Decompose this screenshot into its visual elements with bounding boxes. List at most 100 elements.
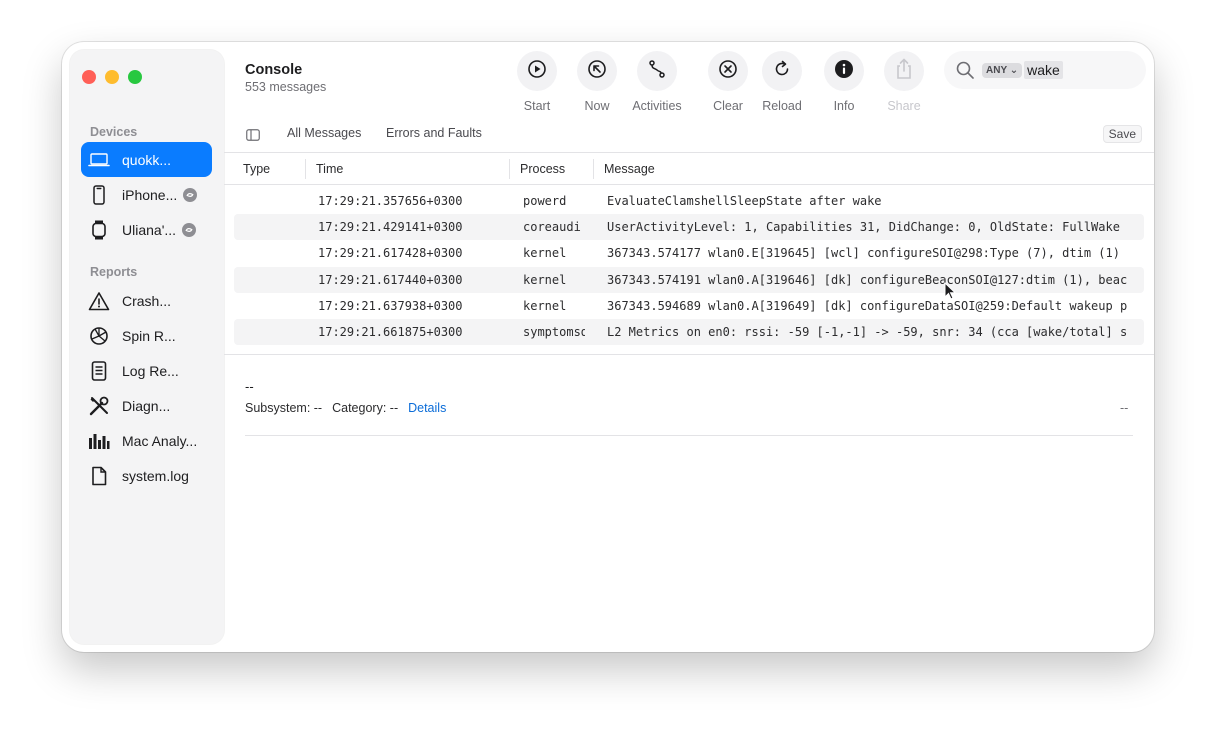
row-process: kernel (523, 246, 567, 261)
sidebar: Devices quokk... iPhone... Uliana'... Re… (70, 50, 224, 644)
table-row[interactable]: 17:29:21.637938+0300 kernel 367343.59468… (234, 293, 1144, 319)
message-count: 553 messages (245, 80, 327, 94)
sidebar-item-label: Spin R... (122, 327, 176, 344)
row-message: 367343.574177 wlan0.E[319645] [wcl] conf… (607, 246, 1120, 261)
column-process[interactable]: Process (520, 162, 565, 176)
sidebar-item-mac-analytics[interactable]: Mac Analy... (81, 423, 212, 458)
detail-metadata: Subsystem: -- Category: -- Details (245, 401, 446, 415)
row-process: kernel (523, 272, 567, 287)
warning-icon (86, 291, 112, 311)
watch-icon (86, 220, 112, 240)
search-field[interactable]: ANY ⌄ wake (944, 51, 1146, 89)
clear-button[interactable]: Clear (698, 51, 758, 113)
info-icon (834, 59, 854, 84)
zoom-button[interactable] (128, 70, 142, 84)
save-button[interactable]: Save (1102, 125, 1142, 143)
sync-icon (182, 222, 197, 237)
clear-icon (718, 59, 738, 84)
row-time: 17:29:21.637938+0300 (318, 298, 463, 313)
sidebar-item-crash-reports[interactable]: Crash... (81, 283, 212, 318)
sidebar-item-log-reports[interactable]: Log Re... (81, 353, 212, 388)
chevron-down-icon: ⌄ (1009, 64, 1019, 76)
table-row[interactable]: 17:29:21.617428+0300 kernel 367343.57417… (234, 240, 1144, 266)
sidebar-item-diagnostic-reports[interactable]: Diagn... (81, 388, 212, 423)
row-time: 17:29:21.617428+0300 (318, 246, 463, 261)
sync-icon (183, 187, 198, 202)
file-icon (86, 466, 112, 486)
row-time: 17:29:21.429141+0300 (318, 220, 463, 235)
window-controls (82, 70, 142, 84)
window-title: Console (245, 62, 303, 78)
row-process: kernel (523, 298, 567, 313)
info-button[interactable]: Info (814, 51, 874, 113)
detail-subsystem: Subsystem: -- (245, 401, 323, 415)
sidebar-item-label: Uliana'... (122, 221, 177, 238)
row-message: UserActivityLevel: 1, Capabilities 31, D… (607, 220, 1120, 235)
row-process: powerd (523, 194, 567, 208)
reload-label: Reload (762, 99, 802, 113)
sidebar-item-device-watch[interactable]: Uliana'... (81, 212, 212, 247)
table-row[interactable]: 17:29:21.661875+0300 symptomsd L2 Metric… (234, 318, 1144, 346)
jump-arrow-icon (587, 59, 607, 84)
row-message: 367343.594689 wlan0.A[319649] [dk] confi… (607, 298, 1128, 313)
row-time: 17:29:21.617440+0300 (318, 272, 463, 287)
row-process: symptomsd (523, 324, 585, 339)
share-icon (894, 57, 914, 85)
reload-button[interactable]: Reload (752, 51, 812, 113)
search-icon (956, 61, 974, 79)
activities-button[interactable]: Activities (627, 51, 687, 113)
iphone-icon (86, 184, 112, 205)
now-button[interactable]: Now (567, 51, 627, 113)
column-message[interactable]: Message (604, 162, 655, 176)
table-body: 17:29:21.357656+0300 powerd EvaluateClam… (224, 188, 1154, 346)
row-message: EvaluateClamshellSleepState after wake (607, 194, 882, 208)
sidebar-item-device-iphone[interactable]: iPhone... (81, 177, 212, 212)
sidebar-item-label: iPhone... (122, 186, 178, 203)
bar-chart-icon (86, 432, 112, 450)
reload-icon (772, 59, 792, 84)
sidebar-item-label: quokk... (122, 151, 172, 168)
reports-section-label: Reports (90, 265, 138, 279)
filter-bar: All Messages Errors and Faults Save (224, 120, 1154, 152)
row-message: 367343.574191 wlan0.A[319646] [dk] confi… (607, 272, 1128, 287)
column-time[interactable]: Time (316, 162, 343, 176)
column-type[interactable]: Type (243, 162, 270, 176)
table-row[interactable]: 17:29:21.429141+0300 coreaudi UserActivi… (234, 214, 1144, 241)
column-divider[interactable] (509, 159, 510, 179)
sidebar-toggle-icon[interactable] (246, 128, 260, 146)
minimize-button[interactable] (105, 70, 119, 84)
share-button[interactable]: Share (874, 51, 934, 113)
detail-category: Category: -- (332, 401, 399, 415)
document-icon (86, 360, 112, 381)
row-time: 17:29:21.661875+0300 (318, 324, 463, 339)
console-window: Devices quokk... iPhone... Uliana'... Re… (62, 42, 1154, 652)
filter-all-messages[interactable]: All Messages (287, 126, 361, 140)
laptop-icon (86, 152, 112, 168)
info-label: Info (833, 99, 855, 113)
sidebar-item-label: Mac Analy... (122, 432, 198, 449)
sidebar-item-system-log[interactable]: system.log (81, 458, 212, 493)
detail-message: -- (245, 379, 254, 394)
play-icon (527, 59, 547, 84)
column-divider[interactable] (305, 159, 306, 179)
row-time: 17:29:21.357656+0300 (318, 194, 463, 208)
sidebar-item-label: Log Re... (122, 362, 179, 379)
table-row[interactable]: 17:29:21.357656+0300 powerd EvaluateClam… (234, 188, 1144, 214)
tools-icon (86, 395, 112, 417)
sidebar-item-device-mac[interactable]: quokk... (81, 142, 212, 177)
column-divider[interactable] (593, 159, 594, 179)
sidebar-item-spin-reports[interactable]: Spin R... (81, 318, 212, 353)
now-label: Now (584, 99, 610, 113)
start-button[interactable]: Start (507, 51, 567, 113)
detail-separator (245, 435, 1133, 436)
detail-timestamp: -- (1120, 401, 1129, 415)
filter-errors-faults[interactable]: Errors and Faults (386, 126, 482, 140)
spin-icon (86, 326, 112, 346)
details-link[interactable]: Details (408, 401, 446, 415)
split-divider[interactable] (224, 354, 1154, 355)
close-button[interactable] (82, 70, 96, 84)
search-scope-dropdown[interactable]: ANY ⌄ (982, 62, 1023, 78)
sidebar-item-label: system.log (122, 467, 189, 484)
search-token[interactable]: wake (1024, 61, 1063, 79)
table-row[interactable]: 17:29:21.617440+0300 kernel 367343.57419… (234, 266, 1144, 293)
